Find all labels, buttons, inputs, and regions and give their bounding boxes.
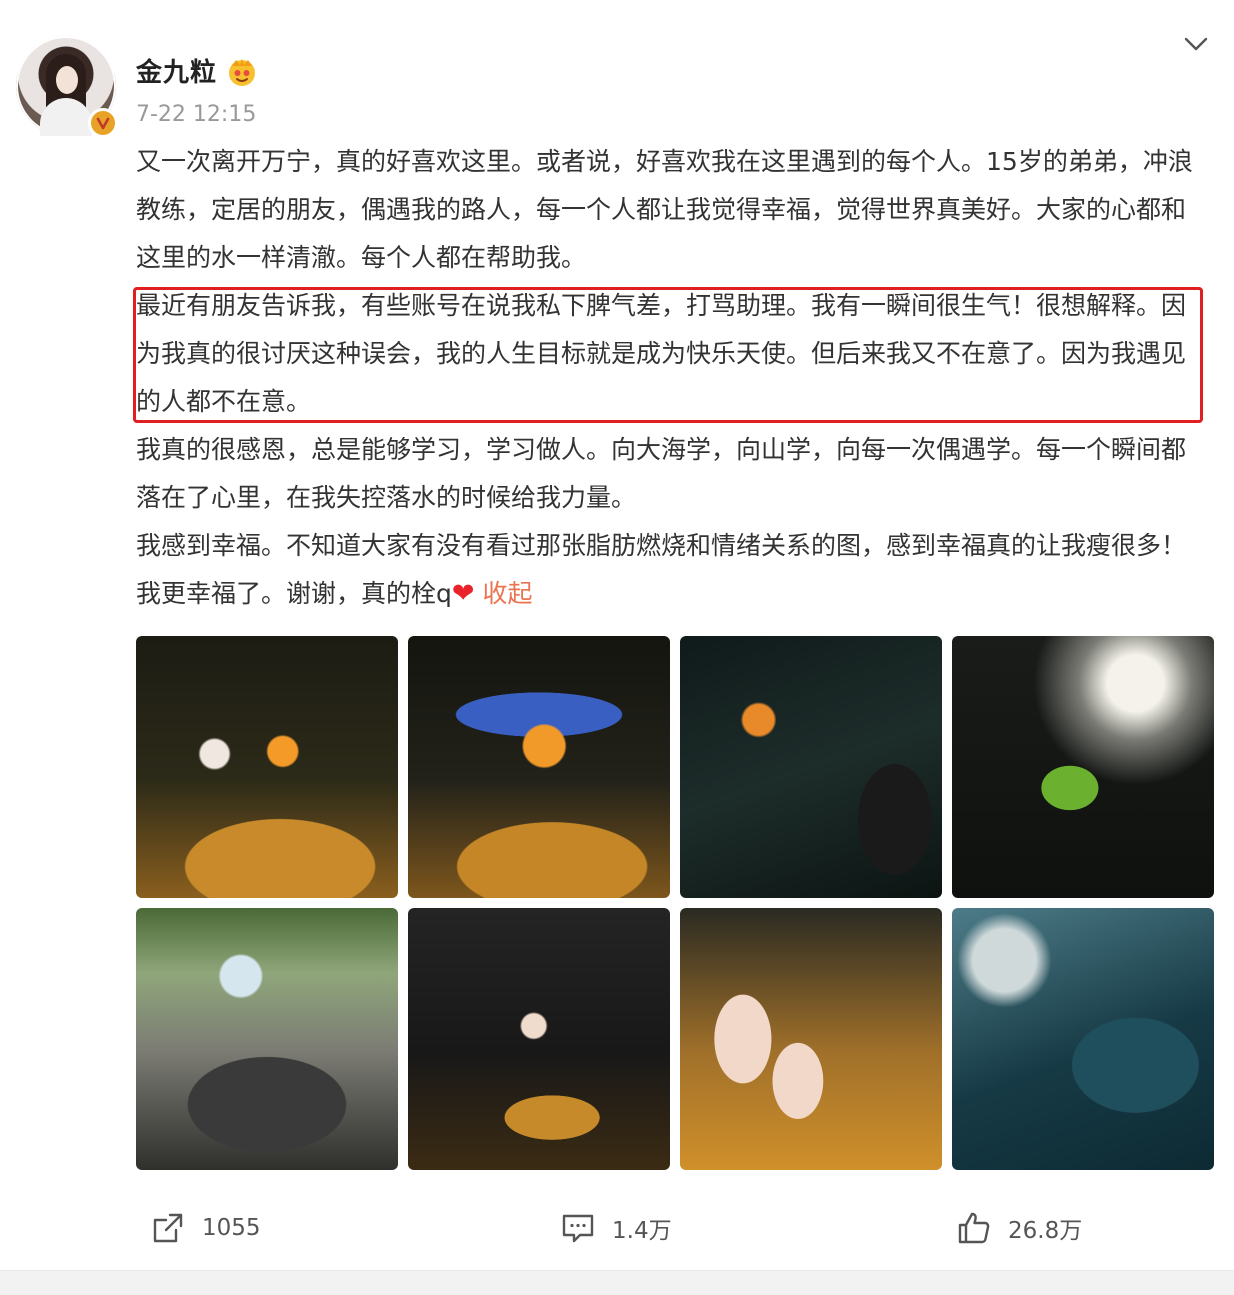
collapse-link[interactable]: 收起 [483, 579, 533, 608]
post-photo[interactable] [408, 636, 670, 898]
post-photo[interactable] [136, 636, 398, 898]
post-paragraph-last: 我感到幸福。不知道大家有没有看过那张脂肪燃烧和情绪关系的图，感到幸福真的让我瘦很… [136, 522, 1202, 618]
post-photo[interactable] [680, 636, 942, 898]
repost-icon [153, 1213, 183, 1243]
post-paragraph: 最近有朋友告诉我，有些账号在说我私下脾气差，打骂助理。我有一瞬间很生气！很想解释… [136, 291, 1187, 416]
post-photo[interactable] [952, 908, 1214, 1170]
weibo-post: 金九粒 7-22 12:15 又一次离开万宁，真的好喜欢这里。或者说，好喜欢我在… [0, 0, 1234, 1295]
like-count: 26.8万 [1008, 1218, 1083, 1244]
like-button[interactable]: 26.8万 [956, 1208, 1082, 1248]
chevron-down-icon [1184, 37, 1208, 51]
post-photo[interactable] [136, 908, 398, 1170]
post-text: 又一次离开万宁，真的好喜欢这里。或者说，好喜欢我在这里遇到的每个人。15岁的弟弟… [133, 138, 1203, 618]
username[interactable]: 金九粒 [136, 52, 217, 89]
post-photo[interactable] [680, 908, 942, 1170]
footer-divider [0, 1270, 1234, 1295]
post-photo[interactable] [952, 636, 1214, 898]
repost-button[interactable]: 1055 [150, 1208, 261, 1248]
like-icon [958, 1212, 990, 1244]
post-paragraph: 我感到幸福。不知道大家有没有看过那张脂肪燃烧和情绪关系的图，感到幸福真的让我瘦很… [136, 531, 1187, 608]
member-icon[interactable] [226, 56, 258, 88]
post-paragraph: 又一次离开万宁，真的好喜欢这里。或者说，好喜欢我在这里遇到的每个人。15岁的弟弟… [136, 147, 1193, 272]
comment-count: 1.4万 [612, 1218, 672, 1244]
highlighted-paragraph: 最近有朋友告诉我，有些账号在说我私下脾气差，打骂助理。我有一瞬间很生气！很想解释… [133, 282, 1203, 426]
comment-button[interactable]: 1.4万 [560, 1208, 672, 1248]
post-timestamp[interactable]: 7-22 12:15 [136, 102, 256, 127]
repost-count: 1055 [202, 1215, 261, 1241]
comment-icon [562, 1214, 594, 1243]
avatar-face [56, 66, 78, 94]
post-photo[interactable] [408, 908, 670, 1170]
verified-icon [88, 108, 118, 138]
post-paragraph: 我真的很感恩，总是能够学习，学习做人。向大海学，向山学，向每一次偶遇学。每一个瞬… [136, 435, 1187, 512]
more-options-button[interactable] [1180, 30, 1212, 58]
heart-emoji-icon: ❤ [451, 578, 475, 609]
